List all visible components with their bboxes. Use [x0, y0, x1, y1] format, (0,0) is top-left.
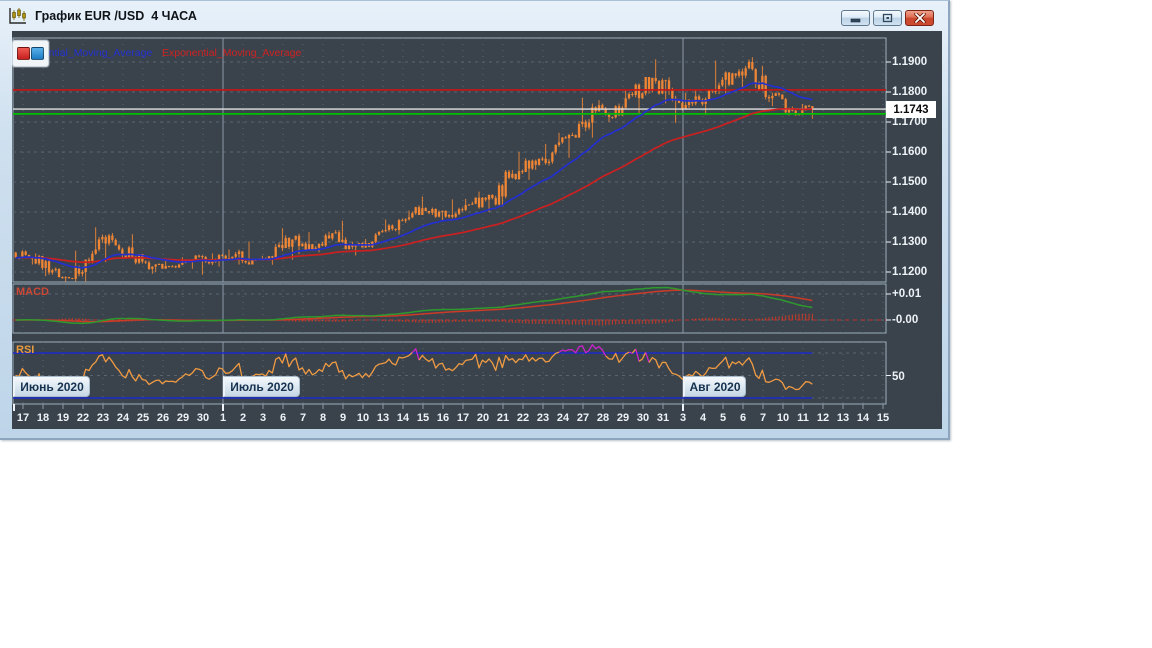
month-label-july: Июль 2020	[223, 376, 300, 397]
chart-client-area: Exponential_Moving_Average Exponential_M…	[12, 31, 942, 429]
minimize-button[interactable]	[841, 10, 870, 26]
desktop: График EUR /USD 4 ЧАСА Exponential_Movin…	[0, 0, 1152, 648]
month-label-june: Июнь 2020	[13, 376, 90, 397]
gridlines	[13, 38, 886, 404]
window-titlebar[interactable]: График EUR /USD 4 ЧАСА	[0, 1, 948, 31]
close-icon	[913, 13, 926, 23]
ema-slow-color-chip-icon	[17, 47, 30, 60]
minimize-icon	[850, 18, 861, 22]
candlesticks	[14, 57, 814, 282]
ema-fast-color-chip-icon	[31, 47, 44, 60]
month-label-august: Авг 2020	[683, 376, 746, 397]
maximize-button[interactable]	[873, 10, 902, 26]
maximize-icon	[882, 13, 893, 23]
candlestick-chart-icon	[7, 6, 29, 26]
legend-color-chips[interactable]	[12, 40, 49, 67]
chart-canvas[interactable]	[12, 31, 942, 429]
close-button[interactable]	[905, 10, 934, 26]
window-title: График EUR /USD 4 ЧАСА	[35, 9, 197, 23]
app-window: График EUR /USD 4 ЧАСА Exponential_Movin…	[0, 0, 950, 440]
